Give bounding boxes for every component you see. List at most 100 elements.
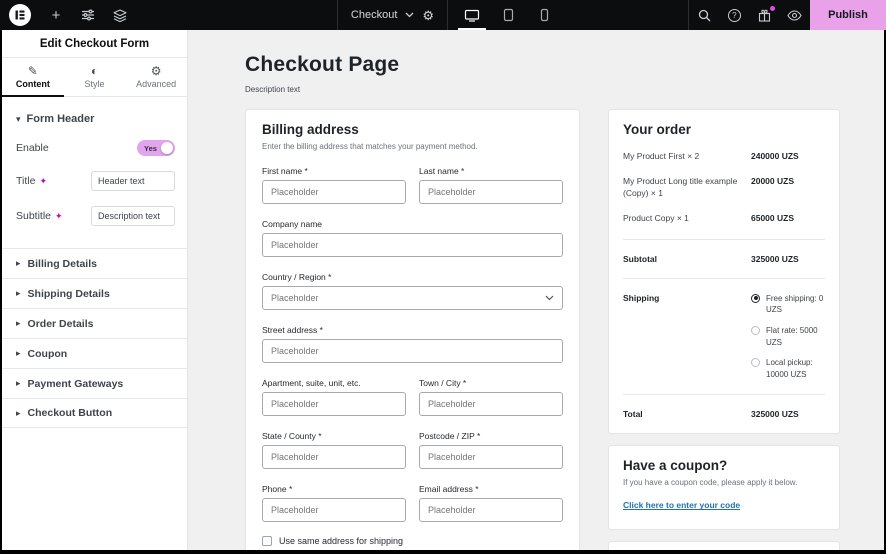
ai-sparkle-icon[interactable]: ✦: [55, 211, 63, 222]
gift-icon: [759, 9, 771, 22]
pencil-icon: ✎: [27, 64, 38, 78]
apartment-label: Apartment, suite, unit, etc.: [262, 378, 361, 388]
radio-selected-icon[interactable]: [751, 293, 760, 303]
tab-content[interactable]: ✎ Content: [2, 58, 64, 97]
phone-input[interactable]: [262, 498, 406, 522]
section-coupon[interactable]: ▸ Coupon: [2, 338, 187, 368]
eye-icon: [787, 9, 803, 21]
divider: [623, 277, 825, 279]
chevron-down-icon: [405, 12, 414, 18]
postcode-input[interactable]: [419, 445, 563, 469]
widget-panel: Edit Checkout Form ✎ Content ◐ Style ⚙ A…: [2, 30, 188, 550]
email-input[interactable]: [419, 498, 563, 522]
order-item-row: My Product First × 2 240000 UZS: [623, 151, 799, 161]
select-chevron-icon: [545, 295, 554, 301]
plus-icon: +: [51, 6, 61, 24]
preview-canvas: Checkout Page Description text Billing a…: [188, 30, 884, 550]
layers-icon: [113, 8, 127, 22]
document-switcher[interactable]: Checkout ⚙: [337, 0, 447, 30]
country-label: Country / Region *: [262, 272, 332, 282]
town-city-label: Town / City *: [419, 378, 467, 388]
postcode-label: Postcode / ZIP *: [419, 431, 481, 441]
state-county-input[interactable]: [262, 445, 406, 469]
company-name-label: Company name: [262, 219, 323, 229]
company-name-input[interactable]: [262, 233, 563, 257]
notification-dot: [769, 6, 775, 11]
page-title: Checkout Page: [245, 53, 400, 76]
apartment-input[interactable]: [262, 392, 406, 416]
elementor-logo[interactable]: [9, 4, 31, 26]
preview-button[interactable]: [782, 2, 808, 28]
town-city-input[interactable]: [419, 392, 563, 416]
help-button[interactable]: ?: [721, 2, 747, 28]
device-tablet-button[interactable]: [490, 0, 526, 30]
tab-advanced[interactable]: ⚙ Advanced: [125, 58, 187, 96]
structure-button[interactable]: [107, 2, 133, 28]
section-form-header[interactable]: ▾ Form Header: [2, 97, 187, 125]
document-name: Checkout: [350, 9, 398, 21]
toggle-on-label: Yes: [144, 144, 157, 153]
device-desktop-button[interactable]: [454, 0, 490, 30]
publish-button[interactable]: Publish: [810, 0, 886, 30]
ai-sparkle-icon[interactable]: ✦: [39, 176, 47, 187]
caret-right-icon: ▸: [16, 407, 21, 418]
coupon-link[interactable]: Click here to enter your code: [623, 500, 740, 510]
section-shipping-details[interactable]: ▸ Shipping Details: [2, 278, 187, 308]
title-label: Title ✦: [16, 175, 47, 187]
section-checkout-button[interactable]: ▸ Checkout Button: [2, 398, 187, 428]
caret-right-icon: ▸: [16, 258, 21, 268]
site-settings-button[interactable]: [75, 2, 101, 28]
radio-icon[interactable]: [751, 358, 760, 368]
subtotal-row: Subtotal 325000 UZS: [623, 253, 799, 264]
document-settings-icon[interactable]: ⚙: [422, 9, 434, 22]
same-address-checkbox-row[interactable]: Use same address for shipping: [262, 536, 563, 546]
desktop-icon: [464, 9, 480, 22]
whats-new-button[interactable]: [752, 2, 778, 28]
your-order-card: Your order My Product First × 2 240000 U…: [608, 109, 840, 435]
enable-label: Enable: [16, 142, 49, 154]
title-input[interactable]: [91, 171, 175, 191]
country-select[interactable]: Placeholder: [262, 286, 563, 310]
panel-title: Edit Checkout Form: [2, 30, 187, 58]
same-address-label: Use same address for shipping: [279, 536, 404, 546]
responsive-mode-switcher: [447, 0, 688, 30]
tablet-icon: [503, 8, 513, 22]
topbar-left-group: +: [0, 0, 337, 30]
advanced-gear-icon: ⚙: [150, 64, 162, 78]
tab-style[interactable]: ◐ Style: [64, 58, 126, 96]
section-order-details[interactable]: ▸ Order Details: [2, 308, 187, 338]
coupon-description: If you have a coupon code, please apply …: [623, 478, 798, 488]
shipping-option-flat-rate[interactable]: Flat rate: 5000 UZS: [751, 325, 825, 348]
billing-address-card: Billing address Enter the billing addres…: [245, 109, 580, 550]
radio-icon[interactable]: [751, 326, 760, 336]
section-billing-details[interactable]: ▸ Billing Details: [2, 248, 187, 278]
street-address-input[interactable]: [262, 339, 563, 363]
panel-accordion: ▸ Billing Details ▸ Shipping Details ▸ O…: [2, 248, 187, 428]
first-name-input[interactable]: [262, 180, 406, 204]
shipping-option-local-pickup[interactable]: Local pickup: 10000 UZS: [751, 357, 825, 380]
shipping-option-free[interactable]: Free shipping: 0 UZS: [751, 293, 825, 316]
checkbox-icon[interactable]: [262, 536, 272, 546]
control-enable: Enable Yes: [2, 140, 187, 156]
section-payment-gateways[interactable]: ▸ Payment Gateways: [2, 368, 187, 398]
caret-right-icon: ▸: [16, 288, 21, 298]
control-title: Title ✦: [2, 171, 187, 191]
control-subtitle: Subtitle ✦: [2, 206, 187, 226]
payment-options-card: Payment options Enter the billing addres…: [608, 541, 840, 550]
enable-toggle[interactable]: Yes: [137, 140, 175, 156]
device-mobile-button[interactable]: [526, 0, 562, 30]
email-label: Email address *: [419, 484, 479, 494]
last-name-input[interactable]: [419, 180, 563, 204]
finder-search-button[interactable]: [691, 2, 717, 28]
subtitle-input[interactable]: [91, 206, 175, 226]
divider: [623, 238, 825, 240]
panel-tabs: ✎ Content ◐ Style ⚙ Advanced: [2, 58, 187, 97]
section-form-header-label: Form Header: [26, 113, 95, 125]
billing-description: Enter the billing address that matches y…: [262, 142, 478, 151]
add-element-button[interactable]: +: [43, 2, 69, 28]
coupon-title: Have a coupon?: [623, 458, 728, 474]
shipping-options: Free shipping: 0 UZS Flat rate: 5000 UZS…: [751, 293, 825, 381]
caret-right-icon: ▸: [16, 318, 21, 328]
divider: [623, 394, 825, 396]
order-item-row: Product Copy × 1 65000 UZS: [623, 213, 794, 224]
